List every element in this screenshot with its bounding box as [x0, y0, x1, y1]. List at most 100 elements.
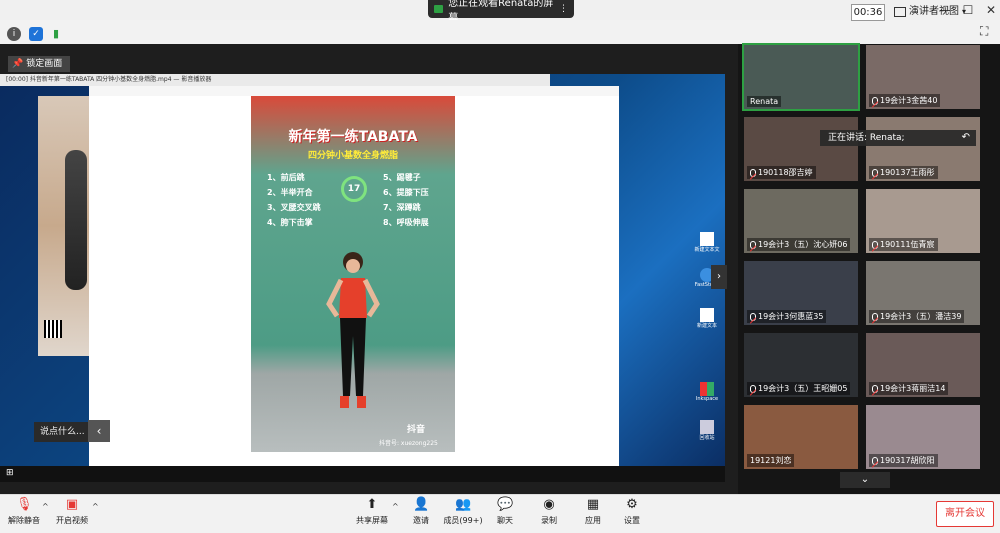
scroll-down-button[interactable]: ⌄ [840, 472, 890, 488]
windows-taskbar [0, 466, 725, 482]
participant-name-tag: 19会计3金茜40 [869, 94, 941, 107]
participant-tile[interactable]: 190118邵吉婷 [744, 117, 858, 181]
lock-screen-label: 锁定画面 [26, 59, 63, 69]
leave-meeting-button[interactable]: 离开会议 [936, 501, 994, 527]
share-screen-button[interactable]: ⬆ 共享屏幕 [350, 498, 394, 530]
settings-label: 设置 [624, 516, 640, 525]
participant-tile[interactable]: 19会计3（五）潘洁39 [866, 261, 980, 325]
chevron-up-icon[interactable]: ^ [392, 502, 399, 511]
speaking-indicator: 正在讲话: Renata; ↶ [820, 130, 976, 146]
invite-button[interactable]: 👤 邀请 [399, 498, 443, 530]
participant-tile[interactable]: 19会计3（五）沈心妍06 [744, 189, 858, 253]
muted-microphone-icon [872, 384, 878, 393]
video-frame[interactable]: 新年第一练TABATA 四分钟小基数全身燃脂 1、前后跳 2、半举开合 3、叉腰… [251, 96, 455, 452]
screen-share-banner[interactable]: 您正在观看Renata的屏幕 ⋮ [428, 0, 574, 24]
speaker-view-icon [894, 6, 906, 17]
participant-tile[interactable]: 190137王雨彤 [866, 117, 980, 181]
view-mode-label: 演讲者视图 [909, 6, 959, 17]
chevron-up-icon[interactable]: ^ [92, 502, 99, 511]
meeting-timer: 00:36 [851, 4, 885, 21]
douyin-account-id: 抖音号: xuezong225 [379, 440, 438, 447]
chat-bubble-icon: 💬 [497, 497, 514, 512]
more-icon[interactable]: ⋮ [559, 4, 568, 14]
video-subtitle: 四分钟小基数全身燃脂 [307, 151, 398, 161]
chat-button[interactable]: 💬 聊天 [483, 498, 527, 530]
participant-name-tag: 19会计3（五）王昭姗05 [747, 382, 851, 395]
participant-name: 19会计3蒋丽洁14 [880, 384, 946, 393]
members-button[interactable]: 👥 成员(99+) [441, 498, 485, 530]
exercise-item: 7、深蹲跳 [383, 203, 421, 212]
members-icon: 👥 [455, 497, 472, 512]
apps-grid-icon: ▦ [586, 497, 600, 512]
record-button[interactable]: ◉ 录制 [527, 498, 571, 530]
chat-input[interactable]: 说点什么... [34, 422, 88, 442]
instructor-figure [326, 252, 380, 408]
participant-tile[interactable]: 19会计3何惠蓝35 [744, 261, 858, 325]
participant-tile[interactable]: 19121刘恋 [744, 405, 858, 469]
participant-tile[interactable]: 190111伍青宸 [866, 189, 980, 253]
participant-name: 19会计3何惠蓝35 [758, 312, 824, 321]
chevron-left-icon[interactable]: ‹ [88, 420, 110, 442]
file-icon [700, 308, 714, 322]
signal-icon[interactable]: ▮ [49, 27, 63, 41]
lock-screen-button[interactable]: 📌 锁定画面 [8, 56, 70, 72]
app-icon [700, 382, 714, 396]
pin-icon: 📌 [12, 59, 24, 69]
screen-share-icon [434, 5, 444, 13]
desktop-icon-text-file[interactable]: 新建文本文 [692, 232, 722, 253]
settings-button[interactable]: ⚙ 设置 [610, 498, 654, 530]
unmute-button[interactable]: 🎙 解除静音 [2, 498, 46, 530]
participant-tile[interactable]: 190317胡欣阳 [866, 405, 980, 469]
chat-label: 聊天 [497, 516, 513, 525]
start-video-label: 开启视频 [56, 516, 88, 525]
unmute-label: 解除静音 [8, 516, 40, 525]
participant-name: 19会计3（五）王昭姗05 [758, 384, 848, 393]
apps-label: 应用 [585, 516, 601, 525]
exercise-item: 8、呼吸伸展 [383, 218, 429, 227]
video-title: 新年第一练TABATA [288, 129, 418, 145]
exercise-item: 1、前后跳 [267, 173, 305, 182]
record-label: 录制 [541, 516, 557, 525]
chevron-right-icon[interactable]: › [711, 265, 727, 289]
close-button[interactable]: ✕ [982, 2, 1000, 18]
info-icon[interactable]: i [7, 27, 21, 41]
muted-microphone-icon [872, 312, 878, 321]
start-video-button[interactable]: ▣ 开启视频 [50, 498, 94, 530]
meeting-toolbar [0, 20, 1000, 45]
share-screen-icon: ⬆ [366, 497, 378, 512]
share-screen-label: 共享屏幕 [356, 516, 388, 525]
exercise-timer-ring: 17 [341, 176, 367, 202]
muted-microphone-icon [872, 240, 878, 249]
participant-tile[interactable]: Renata [742, 43, 860, 111]
participant-tile[interactable]: 19会计3蒋丽洁14 [866, 333, 980, 397]
participant-name-tag: 190317胡欣阳 [869, 454, 938, 467]
security-shield-icon[interactable]: ✓ [29, 27, 43, 41]
desktop-icon-recycle-bin[interactable]: 回收站 [692, 420, 722, 441]
exercise-item: 6、提膝下压 [383, 188, 429, 197]
speaking-label: 正在讲话: Renata; [828, 133, 905, 143]
desktop-icon-inkspace[interactable]: Inkspace [692, 382, 722, 402]
participant-name-tag: 190118邵吉婷 [747, 166, 816, 179]
apps-button[interactable]: ▦ 应用 [571, 498, 615, 530]
reply-arrow-icon[interactable]: ↶ [962, 130, 970, 146]
participant-tile[interactable]: 19会计3金茜40 [866, 45, 980, 109]
participant-name-tag: 190137王雨彤 [869, 166, 938, 179]
chevron-up-icon[interactable]: ^ [42, 502, 49, 511]
qr-code-icon [44, 320, 62, 338]
exercise-list-left: 1、前后跳 2、半举开合 3、叉腰交叉跳 4、胯下击掌 [267, 170, 321, 230]
participant-name: 19会计3（五）沈心妍06 [758, 240, 848, 249]
video-player-titlebar [89, 86, 619, 96]
participant-name: 190137王雨彤 [880, 168, 935, 177]
gear-icon: ⚙ [626, 497, 638, 512]
invite-label: 邀请 [413, 516, 429, 525]
view-mode-button[interactable]: 演讲者视图 ▾ [894, 3, 972, 20]
chevron-down-icon: ▾ [962, 7, 967, 16]
windows-start-icon[interactable]: ⊞ [6, 468, 14, 478]
fullscreen-icon[interactable]: ⛶ [980, 24, 994, 38]
exercise-item: 5、踢毽子 [383, 173, 421, 182]
participant-name: 190118邵吉婷 [758, 168, 813, 177]
participant-name-tag: 19会计3（五）沈心妍06 [747, 238, 851, 251]
desktop-icon-text-file-2[interactable]: 新建文本 [692, 308, 722, 329]
participant-tile[interactable]: 19会计3（五）王昭姗05 [744, 333, 858, 397]
participant-name: 190111伍青宸 [880, 240, 935, 249]
